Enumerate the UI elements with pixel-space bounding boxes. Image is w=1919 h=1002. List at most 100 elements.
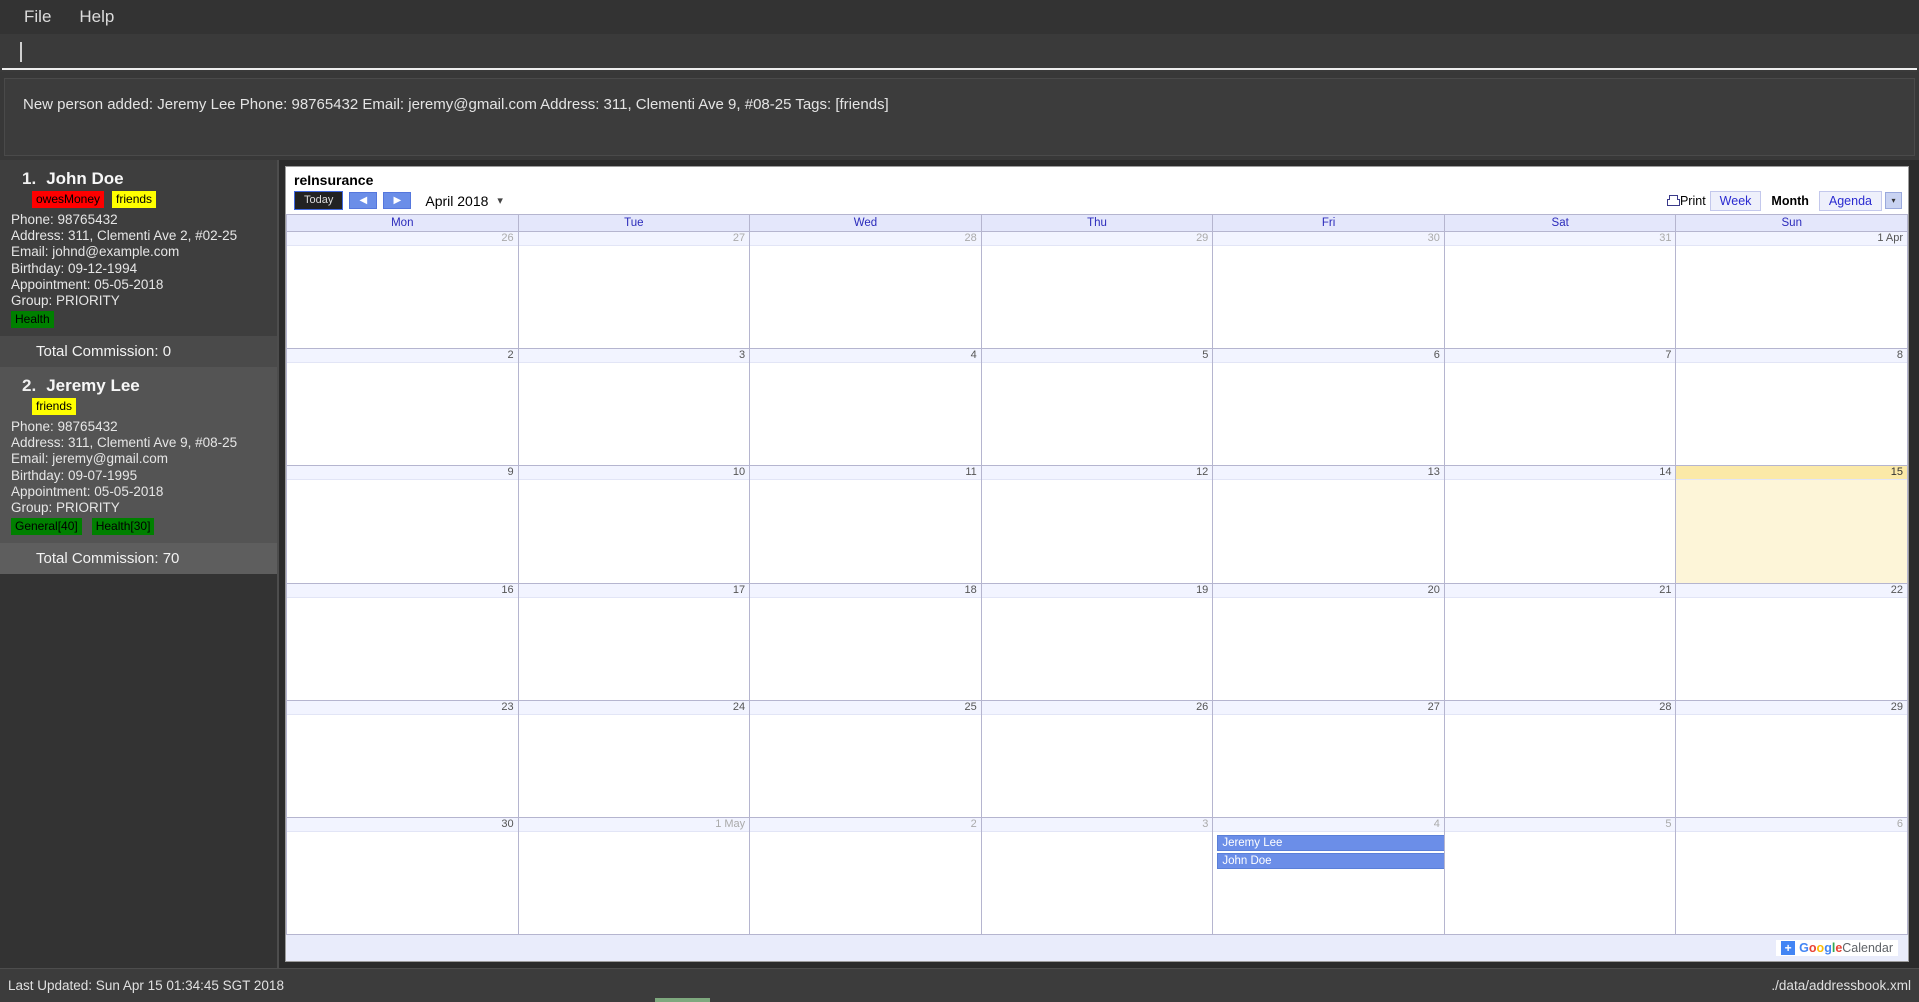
day-number: 1 May <box>518 817 750 832</box>
list-item[interactable]: 2. Jeremy Lee friends Phone: 98765432 Ad… <box>0 367 277 544</box>
text-caret <box>20 42 22 62</box>
day-cell[interactable]: 13 <box>1213 466 1445 583</box>
day-number: 28 <box>750 232 981 246</box>
command-input[interactable] <box>2 36 1917 70</box>
day-cell[interactable]: 28 <box>750 232 982 349</box>
day-cell[interactable]: 11 <box>750 466 982 583</box>
day-number: 3 <box>981 817 1213 832</box>
menu-item-help[interactable]: Help <box>65 3 128 31</box>
day-cell[interactable]: 16 <box>287 583 519 700</box>
day-number: 1 Apr <box>1676 232 1908 246</box>
day-cell[interactable]: 29 <box>981 232 1214 349</box>
day-number: 29 <box>981 232 1213 246</box>
previous-month-button[interactable]: ◀ <box>349 192 378 209</box>
day-cell[interactable]: 1 Apr <box>1676 232 1908 349</box>
person-fields: Phone: 98765432 Address: 311, Clementi A… <box>10 419 267 516</box>
day-cell[interactable]: 23 <box>287 700 519 817</box>
day-cell[interactable]: 31 <box>1444 232 1677 349</box>
day-cell[interactable]: 14 <box>1444 466 1677 583</box>
day-cell[interactable]: 5 <box>981 349 1214 466</box>
day-cell[interactable]: 2 <box>750 817 982 935</box>
person-header: 1. John Doe <box>10 169 267 189</box>
day-cell[interactable]: 3 <box>981 817 1214 935</box>
main-body: 1. John Doe owesMoney friends Phone: 987… <box>0 160 1919 968</box>
tab-month[interactable]: Month <box>1761 190 1819 211</box>
day-cell[interactable]: 2 <box>287 349 519 466</box>
day-cell[interactable]: 1 May <box>518 817 751 935</box>
person-insurances: Health <box>10 309 267 330</box>
printer-icon <box>1666 194 1680 207</box>
day-cell[interactable]: 28 <box>1444 700 1677 817</box>
day-cell[interactable]: 4 Jeremy Lee John Doe <box>1213 817 1445 935</box>
day-cell[interactable]: 24 <box>518 700 751 817</box>
day-cell[interactable]: 18 <box>750 583 982 700</box>
day-cell[interactable]: 5 <box>1444 817 1677 935</box>
person-commission: Total Commission: 0 <box>0 336 277 368</box>
day-number: 4 <box>1213 817 1444 832</box>
person-list-panel: 1. John Doe owesMoney friends Phone: 987… <box>0 160 279 968</box>
person-phone: Phone: 98765432 <box>11 212 118 227</box>
chevron-down-icon[interactable]: ▾ <box>1885 192 1902 209</box>
google-calendar-link[interactable]: + GoogleCalendar <box>1776 940 1898 956</box>
person-group: Group: PRIORITY <box>11 292 120 308</box>
day-number: 16 <box>287 583 518 598</box>
day-cell[interactable]: 22 <box>1676 583 1908 700</box>
person-appointment: Appointment: 05-05-2018 <box>11 276 164 292</box>
dow-thu: Thu <box>982 215 1214 231</box>
menu-item-file[interactable]: File <box>10 3 65 31</box>
dow-wed: Wed <box>750 215 982 231</box>
chevron-down-icon[interactable]: ▾ <box>497 194 503 207</box>
day-cell[interactable]: 3 <box>518 349 751 466</box>
day-number: 26 <box>981 700 1213 715</box>
tab-agenda[interactable]: Agenda <box>1818 190 1882 211</box>
day-cell[interactable]: 30 <box>1213 232 1445 349</box>
tag-badge: friends <box>32 398 77 416</box>
day-cell[interactable]: 7 <box>1444 349 1677 466</box>
day-cell[interactable]: 4 <box>750 349 982 466</box>
day-cell[interactable]: 30 <box>287 817 519 935</box>
day-cell[interactable]: 25 <box>750 700 982 817</box>
day-number: 31 <box>1444 232 1676 246</box>
day-cell[interactable]: 17 <box>518 583 751 700</box>
person-birthday: Birthday: 09-07-1995 <box>11 467 138 483</box>
person-birthday: Birthday: 09-12-1994 <box>11 260 138 276</box>
calendar-event[interactable]: John Doe <box>1217 852 1444 869</box>
calendar-event[interactable]: Jeremy Lee <box>1217 834 1444 851</box>
insurance-badge: Health <box>11 311 54 329</box>
calendar-week-row: 9 10 11 12 13 14 15 <box>287 466 1908 584</box>
tab-week[interactable]: Week <box>1709 190 1762 211</box>
google-calendar-brand: GoogleCalendar <box>1799 941 1893 955</box>
day-cell[interactable]: 20 <box>1213 583 1445 700</box>
day-cell[interactable]: 8 <box>1676 349 1908 466</box>
day-cell[interactable]: 26 <box>287 232 519 349</box>
day-number: 18 <box>750 583 981 598</box>
day-cell[interactable]: 12 <box>981 466 1214 583</box>
day-number: 28 <box>1444 700 1676 715</box>
next-month-button[interactable]: ▶ <box>383 192 412 209</box>
today-button[interactable]: Today <box>294 190 344 211</box>
day-number: 7 <box>1444 349 1676 364</box>
print-button[interactable]: Print <box>1663 191 1710 210</box>
day-cell[interactable]: 27 <box>518 232 751 349</box>
day-cell[interactable]: 6 <box>1213 349 1445 466</box>
day-cell[interactable]: 6 <box>1676 817 1908 935</box>
day-cell[interactable]: 21 <box>1444 583 1677 700</box>
list-item[interactable]: 1. John Doe owesMoney friends Phone: 987… <box>0 160 277 337</box>
person-group: Group: PRIORITY <box>11 499 120 515</box>
person-insurances: General[40] Health[30] <box>10 516 267 537</box>
day-cell[interactable]: 9 <box>287 466 519 583</box>
person-fields: Phone: 98765432 Address: 311, Clementi A… <box>10 212 267 309</box>
day-cell-today[interactable]: 15 <box>1676 466 1908 583</box>
person-email: Email: jeremy@gmail.com <box>11 451 168 467</box>
day-cell[interactable]: 29 <box>1676 700 1908 817</box>
day-cell[interactable]: 19 <box>981 583 1214 700</box>
day-number: 21 <box>1444 583 1676 598</box>
calendar-week-row: 2 3 4 5 6 7 8 <box>287 349 1908 467</box>
day-cell[interactable]: 27 <box>1213 700 1445 817</box>
day-cell[interactable]: 26 <box>981 700 1214 817</box>
person-phone: Phone: 98765432 <box>11 419 118 435</box>
insurance-badge: Health[30] <box>91 518 155 536</box>
person-address: Address: 311, Clementi Ave 2, #02-25 <box>11 228 238 244</box>
person-list[interactable]: 1. John Doe owesMoney friends Phone: 987… <box>0 160 277 968</box>
day-cell[interactable]: 10 <box>518 466 751 583</box>
